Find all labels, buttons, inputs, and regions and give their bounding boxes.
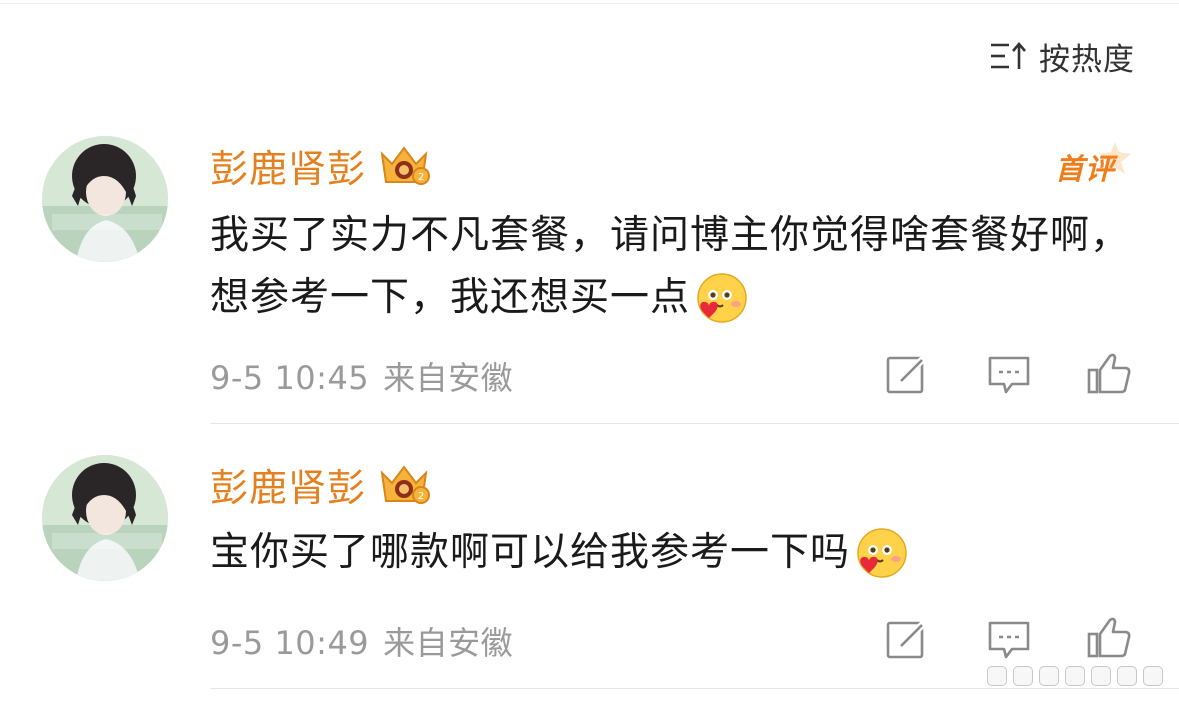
like-button[interactable]	[1086, 350, 1132, 396]
watermark-mark	[1117, 666, 1137, 686]
user-row: 彭鹿肾彭 2	[210, 138, 432, 193]
sort-filter-icon	[991, 42, 1026, 69]
comment-time: 9-5 10:45	[210, 359, 370, 397]
comment-meta: 9-5 10:49 来自安徽	[210, 618, 527, 664]
share-button[interactable]	[884, 617, 930, 663]
watermark-mark	[1091, 666, 1111, 686]
top-divider	[0, 3, 1179, 4]
comment-meta: 9-5 10:45 来自安徽	[210, 353, 527, 399]
user-row: 彭鹿肾彭 2	[210, 457, 432, 512]
svg-text:2: 2	[418, 491, 424, 502]
watermark-mark	[1013, 666, 1033, 686]
svg-text:2: 2	[418, 172, 424, 183]
heart-emoji-icon	[692, 271, 750, 329]
heart-emoji-icon	[852, 526, 910, 584]
watermark-mark	[1039, 666, 1059, 686]
comment-source: 来自安徽	[383, 359, 514, 397]
share-icon	[886, 620, 927, 659]
comment-button[interactable]	[986, 617, 1032, 663]
watermark-mark	[1143, 666, 1163, 686]
sort-by-hot-button[interactable]: 按热度	[989, 36, 1135, 78]
watermark-mark	[987, 666, 1007, 686]
first-comment-label: 首评	[1055, 152, 1116, 186]
watermark-mark	[1065, 666, 1085, 686]
comment-divider	[210, 423, 1179, 424]
comment-body: 宝你买了哪款啊可以给我参考一下吗	[210, 530, 851, 575]
sort-label: 按热度	[1039, 41, 1135, 78]
username[interactable]: 彭鹿肾彭	[210, 457, 366, 512]
username[interactable]: 彭鹿肾彭	[210, 138, 366, 193]
share-button[interactable]	[884, 352, 930, 398]
like-icon	[1087, 353, 1131, 394]
avatar[interactable]	[42, 455, 168, 581]
comment-text: 我买了实力不凡套餐，请问博主你觉得啥套餐好啊，想参考一下，我还想买一点	[210, 205, 1130, 329]
comment-source: 来自安徽	[383, 624, 514, 662]
comment-time: 9-5 10:49	[210, 624, 370, 662]
crown-badge-icon: 2	[380, 146, 431, 185]
avatar[interactable]	[42, 136, 168, 262]
crown-badge-icon: 2	[380, 465, 431, 504]
first-comment-badge: 首评	[1055, 140, 1135, 190]
comment-body: 我买了实力不凡套餐，请问博主你觉得啥套餐好啊，想参考一下，我还想买一点	[210, 213, 1131, 320]
comment-icon	[988, 356, 1030, 394]
share-icon	[886, 355, 927, 394]
comment-text: 宝你买了哪款啊可以给我参考一下吗	[210, 522, 1130, 584]
comment-button[interactable]	[986, 352, 1032, 398]
watermark	[987, 662, 1163, 690]
like-button[interactable]	[1086, 614, 1132, 660]
like-icon	[1087, 617, 1131, 658]
comment-icon	[988, 621, 1030, 659]
